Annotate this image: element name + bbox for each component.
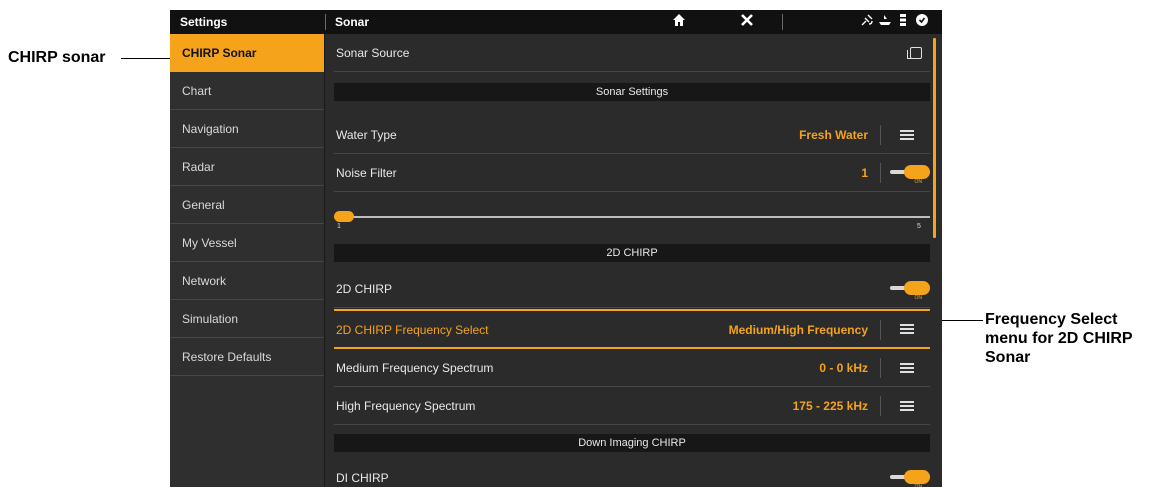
temperature-icon	[897, 13, 909, 32]
medium-frequency-value: 0 - 0 kHz	[819, 361, 868, 375]
frequency-select-label: 2D CHIRP Frequency Select	[336, 323, 489, 337]
water-type-row[interactable]: Water Type Fresh Water	[334, 116, 930, 154]
water-type-label: Water Type	[336, 128, 397, 142]
down-imaging-header: Down Imaging CHIRP	[334, 434, 930, 452]
noise-filter-label: Noise Filter	[336, 166, 397, 180]
noise-filter-row[interactable]: Noise Filter 1 ON	[334, 154, 930, 192]
frequency-select-callout-line1: Frequency Select	[985, 311, 1118, 328]
water-type-value: Fresh Water	[799, 128, 868, 142]
slider-max-label: 5	[917, 223, 921, 230]
toggle-on-text: ON	[914, 179, 923, 185]
home-icon[interactable]	[672, 13, 686, 32]
sidebar-item-radar[interactable]: Radar	[170, 148, 324, 186]
chirp-sonar-callout-text: CHIRP sonar	[8, 49, 106, 66]
sidebar-item-simulation[interactable]: Simulation	[170, 300, 324, 338]
frequency-select-callout-line2: menu for 2D CHIRP	[985, 330, 1133, 347]
sonar-settings-header: Sonar Settings	[334, 83, 930, 101]
chirp-2d-header: 2D CHIRP	[334, 244, 930, 262]
slider-thumb[interactable]	[334, 211, 354, 222]
high-frequency-label: High Frequency Spectrum	[336, 399, 476, 413]
section-title: Sonar	[335, 15, 370, 29]
medium-frequency-label: Medium Frequency Spectrum	[336, 361, 494, 375]
sidebar-item-restore-defaults[interactable]: Restore Defaults	[170, 338, 324, 376]
toggle-on-text: ON	[914, 295, 923, 301]
scrollbar[interactable]	[933, 38, 936, 238]
di-chirp-row[interactable]: DI CHIRP ON	[334, 459, 930, 487]
sonar-settings-panel: Sonar Source Sonar Settings Water Type F…	[326, 34, 942, 487]
sidebar-item-network[interactable]: Network	[170, 262, 324, 300]
high-frequency-value: 175 - 225 kHz	[792, 399, 868, 413]
medium-frequency-menu-icon[interactable]	[900, 362, 914, 374]
sonar-source-label: Sonar Source	[336, 46, 410, 60]
device-screen: Settings Sonar CHIRP Sonar Chart Navigat…	[170, 10, 942, 487]
settings-title: Settings	[180, 15, 228, 29]
noise-filter-slider[interactable]: 1 5	[334, 206, 930, 236]
frequency-select-menu-icon[interactable]	[900, 323, 914, 335]
sidebar-item-chart[interactable]: Chart	[170, 72, 324, 110]
settings-icon[interactable]	[915, 13, 929, 32]
value-divider	[880, 320, 881, 340]
slider-track	[334, 216, 930, 218]
frequency-select-row[interactable]: 2D CHIRP Frequency Select Medium/High Fr…	[334, 309, 930, 349]
copy-icon[interactable]	[907, 47, 922, 59]
medium-frequency-row[interactable]: Medium Frequency Spectrum 0 - 0 kHz	[334, 349, 930, 387]
noise-filter-value: 1	[861, 166, 868, 180]
icons-divider	[782, 14, 783, 30]
top-bar: Settings Sonar	[170, 10, 942, 34]
title-divider	[325, 14, 326, 30]
value-divider	[880, 396, 881, 416]
sonar-source-row[interactable]: Sonar Source	[334, 34, 930, 72]
chirp-2d-label: 2D CHIRP	[336, 282, 393, 296]
di-chirp-label: DI CHIRP	[336, 471, 389, 485]
water-type-menu-icon[interactable]	[900, 129, 914, 141]
frequency-select-callout-line3: Sonar	[985, 349, 1031, 366]
sidebar-item-general[interactable]: General	[170, 186, 324, 224]
value-divider	[880, 125, 881, 145]
frequency-select-value: Medium/High Frequency	[728, 323, 868, 337]
slider-min-label: 1	[337, 223, 341, 230]
frequency-select-callout: Frequency Select menu for 2D CHIRP Sonar	[985, 310, 1133, 367]
chirp-2d-toggle[interactable]: ON	[890, 281, 930, 301]
di-chirp-toggle[interactable]: ON	[890, 470, 930, 487]
value-divider	[880, 163, 881, 183]
sidebar-item-my-vessel[interactable]: My Vessel	[170, 224, 324, 262]
high-frequency-row[interactable]: High Frequency Spectrum 175 - 225 kHz	[334, 387, 930, 425]
settings-sidebar: CHIRP Sonar Chart Navigation Radar Gener…	[170, 34, 325, 487]
value-divider	[880, 358, 881, 378]
boat-icon	[878, 13, 892, 32]
chirp-2d-row[interactable]: 2D CHIRP ON	[334, 270, 930, 308]
close-icon[interactable]	[740, 13, 754, 32]
satellite-icon	[860, 13, 874, 32]
chirp-sonar-leader-line	[121, 58, 170, 59]
noise-filter-toggle[interactable]: ON	[890, 165, 930, 185]
chirp-sonar-callout: CHIRP sonar	[8, 48, 106, 67]
high-frequency-menu-icon[interactable]	[900, 400, 914, 412]
sidebar-item-chirp-sonar[interactable]: CHIRP Sonar	[170, 34, 324, 72]
sidebar-item-navigation[interactable]: Navigation	[170, 110, 324, 148]
